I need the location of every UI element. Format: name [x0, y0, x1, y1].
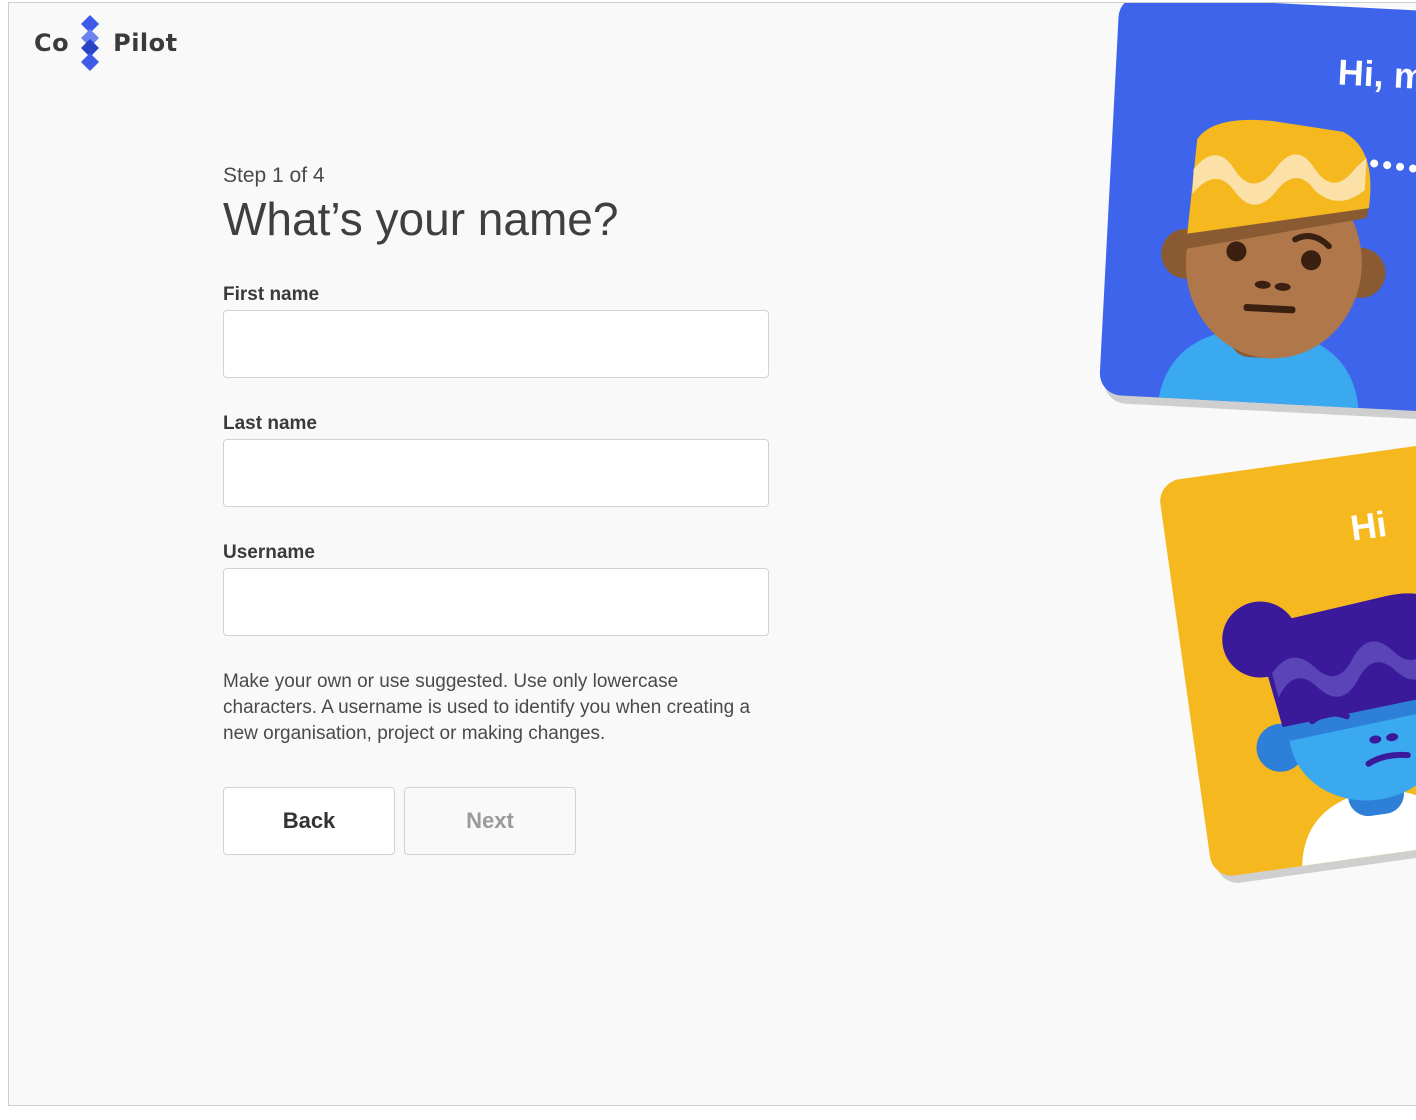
- avatar-illustration: Hi, m Hi: [1099, 3, 1416, 883]
- card-2-greeting: Hi: [1348, 503, 1389, 549]
- card-1-greeting: Hi, m: [1337, 51, 1416, 97]
- greeting-card-1: Hi, m: [1099, 3, 1416, 421]
- onboarding-page: Co Pilot Step 1 of 4 What’s your name? F…: [8, 2, 1416, 1106]
- greeting-card-2: Hi: [1160, 435, 1416, 883]
